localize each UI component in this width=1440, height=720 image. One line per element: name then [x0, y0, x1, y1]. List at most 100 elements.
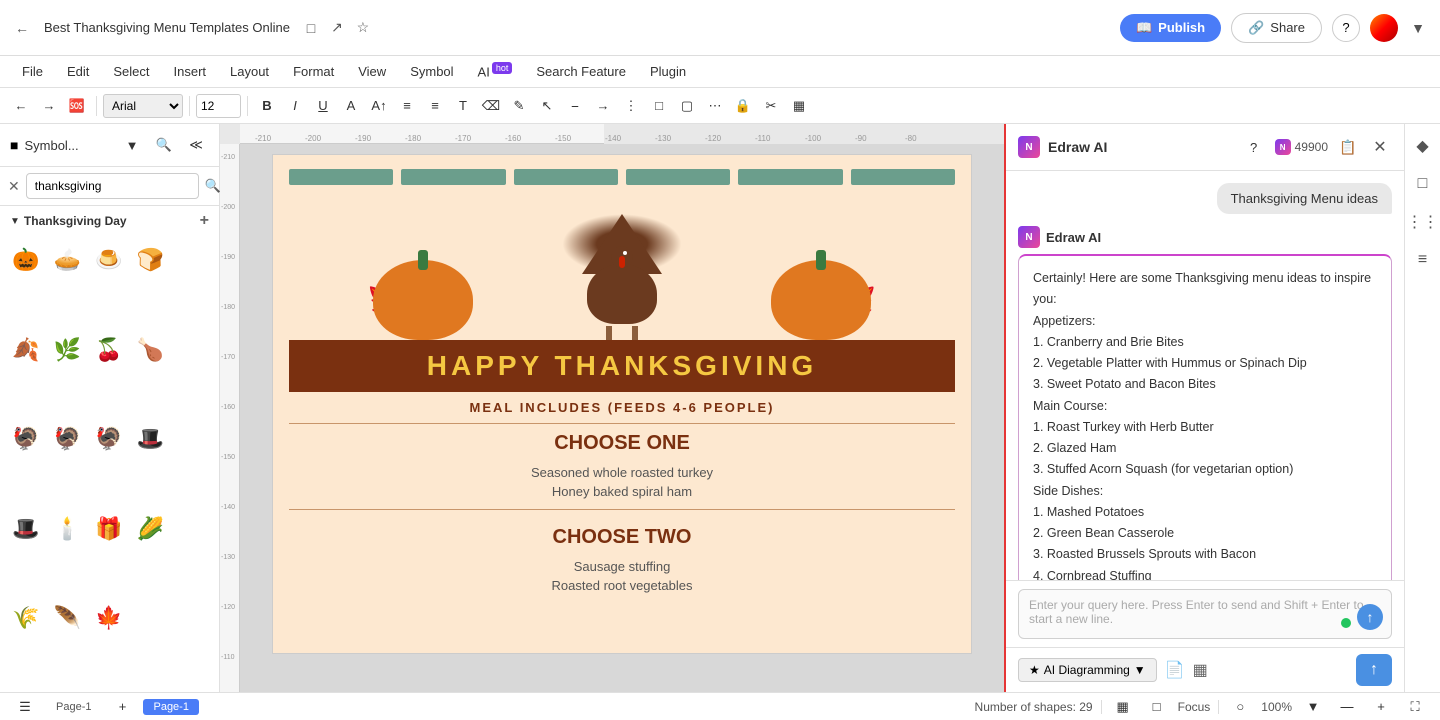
menu-search-feature[interactable]: Search Feature — [526, 60, 636, 83]
ai-submit-button[interactable]: ↑ — [1356, 654, 1392, 686]
sidebar-search-toggle[interactable]: 🔍 — [151, 132, 177, 158]
fit-button[interactable]: □ — [1144, 694, 1170, 720]
apps-button[interactable]: ⋮⋮ — [1409, 208, 1437, 236]
symbol-hat2[interactable]: 🎩 — [8, 511, 44, 547]
menu-layout[interactable]: Layout — [220, 60, 279, 83]
undo-button[interactable]: ← — [8, 93, 34, 119]
symbol-leaf[interactable]: 🍁 — [91, 600, 127, 636]
sidebar-collapse[interactable]: ≪ — [183, 132, 209, 158]
symbol-tart[interactable]: 🍮 — [91, 242, 127, 278]
line-style-button[interactable]: ⎯ — [562, 93, 588, 119]
zoom-in-button[interactable]: + — [1368, 694, 1394, 720]
pen-button[interactable]: ✎ — [506, 93, 532, 119]
symbol-gift[interactable]: 🎁 — [91, 511, 127, 547]
panel-icon[interactable]: □ — [302, 19, 320, 37]
symbol-turkey3[interactable]: 🦃 — [91, 421, 127, 457]
font-select[interactable]: Arial — [103, 94, 183, 118]
cut-button[interactable]: ✂ — [758, 93, 784, 119]
back-button[interactable]: ← — [12, 18, 32, 38]
eraser-button[interactable]: ⌫ — [478, 93, 504, 119]
layers-button[interactable]: ▦ — [1110, 694, 1136, 720]
ai-copy-button[interactable]: 📋 — [1336, 135, 1360, 159]
table-button[interactable]: ▦ — [786, 93, 812, 119]
user-avatar[interactable] — [1370, 14, 1398, 42]
menu-file[interactable]: File — [12, 60, 53, 83]
font-size-input[interactable] — [196, 94, 241, 118]
align-button[interactable]: ≡ — [422, 93, 448, 119]
help-button[interactable]: ? — [1332, 14, 1360, 42]
add-page-button[interactable]: + — [109, 694, 135, 720]
font-color-button[interactable]: A — [338, 93, 364, 119]
symbol-search-input[interactable] — [26, 173, 199, 199]
share-tab-icon[interactable]: ↗ — [328, 19, 346, 37]
ai-format-button[interactable]: 📄 — [1165, 660, 1185, 680]
sidebar-dropdown[interactable]: ▼ — [119, 132, 145, 158]
text-style-button[interactable]: A↑ — [366, 93, 392, 119]
sidebar-toggle[interactable]: ☰ — [12, 694, 38, 720]
comment-button[interactable]: ≡ — [1409, 246, 1437, 274]
menu-format[interactable]: Format — [283, 60, 344, 83]
lock-button[interactable]: 🔒 — [730, 93, 756, 119]
ai-textarea[interactable]: Enter your query here. Press Enter to se… — [1018, 589, 1392, 639]
symbol-cherries[interactable]: 🍒 — [91, 332, 127, 368]
align-center-button[interactable]: ≡ — [394, 93, 420, 119]
zoom-slider[interactable]: ⎯⎯ — [1334, 694, 1360, 720]
fullscreen-button[interactable]: ⛶ — [1402, 694, 1428, 720]
symbol-plant[interactable]: 🌿 — [49, 332, 85, 368]
symbol-pie[interactable]: 🥧 — [49, 242, 85, 278]
ai-help-button[interactable]: ? — [1241, 134, 1267, 160]
menu-edit[interactable]: Edit — [57, 60, 99, 83]
symbol-wheat[interactable]: 🌾 — [8, 600, 44, 636]
symbol-hat[interactable]: 🎩 — [132, 421, 168, 457]
menu-ai[interactable]: AIhot — [468, 59, 523, 83]
symbol-pumpkin[interactable]: 🎃 — [8, 242, 44, 278]
publish-button[interactable]: 📖 Publish — [1120, 14, 1221, 42]
diagram-panel-button[interactable]: □ — [1409, 170, 1437, 198]
page-label[interactable]: Page-1 — [46, 699, 101, 715]
bold-button[interactable]: B — [254, 93, 280, 119]
symbol-bread[interactable]: 🍞 — [132, 242, 168, 278]
symbol-feather[interactable]: 🪶 — [49, 600, 85, 636]
canvas-background[interactable]: 🍁 🍁 — [240, 144, 1004, 692]
menu-insert[interactable]: Insert — [164, 60, 217, 83]
redo-button[interactable]: → — [36, 93, 62, 119]
focus-label[interactable]: Focus — [1178, 700, 1211, 714]
symbol-leaves[interactable]: 🍂 — [8, 332, 44, 368]
star-icon[interactable]: ☆ — [354, 19, 372, 37]
share-button[interactable]: 🔗 Share — [1231, 13, 1322, 43]
shape2-button[interactable]: ▢ — [674, 93, 700, 119]
zoom-dropdown[interactable]: ▼ — [1300, 694, 1326, 720]
section-thanksgiving-day[interactable]: ▼ Thanksgiving Day + — [0, 206, 219, 236]
menu-view[interactable]: View — [348, 60, 396, 83]
symbol-corn[interactable]: 🌽 — [132, 511, 168, 547]
menu-symbol[interactable]: Symbol — [400, 60, 463, 83]
symbol-candle[interactable]: 🕯️ — [49, 511, 85, 547]
ai-send-button[interactable]: ↑ — [1357, 604, 1383, 630]
zoom-out-button[interactable]: ○ — [1227, 694, 1253, 720]
close-search-button[interactable]: ✕ — [8, 178, 20, 195]
symbol-drumstick[interactable]: 🍗 — [132, 332, 168, 368]
arrow-style-button[interactable]: → — [590, 93, 616, 119]
ai-diagramming-button[interactable]: ★ AI Diagramming ▼ — [1018, 658, 1157, 682]
ai-messages-container[interactable]: Thanksgiving Menu ideas N Edraw AI Certa… — [1006, 171, 1404, 580]
symbol-turkey2[interactable]: 🦃 — [49, 421, 85, 457]
page-1-tab[interactable]: Page-1 — [143, 699, 198, 715]
italic-button[interactable]: I — [282, 93, 308, 119]
connector-button[interactable]: ↖ — [534, 93, 560, 119]
ai-close-button[interactable]: ✕ — [1368, 135, 1392, 159]
format-painter-button[interactable]: 🆘 — [64, 93, 90, 119]
section-add-button[interactable]: + — [200, 212, 209, 230]
menu-select[interactable]: Select — [103, 60, 159, 83]
more-button[interactable]: ⋯ — [702, 93, 728, 119]
text-button[interactable]: T — [450, 93, 476, 119]
dash-style-button[interactable]: ⋮ — [618, 93, 644, 119]
search-icon[interactable]: 🔍 — [205, 173, 221, 199]
menu-plugin[interactable]: Plugin — [640, 60, 696, 83]
canvas-area[interactable]: -210 -200 -190 -180 -170 -160 -150 -140 … — [220, 124, 1004, 692]
ai-table-button[interactable]: ▦ — [1193, 660, 1208, 680]
shape-button[interactable]: □ — [646, 93, 672, 119]
avatar-dropdown[interactable]: ▼ — [1408, 18, 1428, 38]
style-panel-button[interactable]: ◆ — [1409, 132, 1437, 160]
underline-button[interactable]: U — [310, 93, 336, 119]
symbol-turkey[interactable]: 🦃 — [8, 421, 44, 457]
